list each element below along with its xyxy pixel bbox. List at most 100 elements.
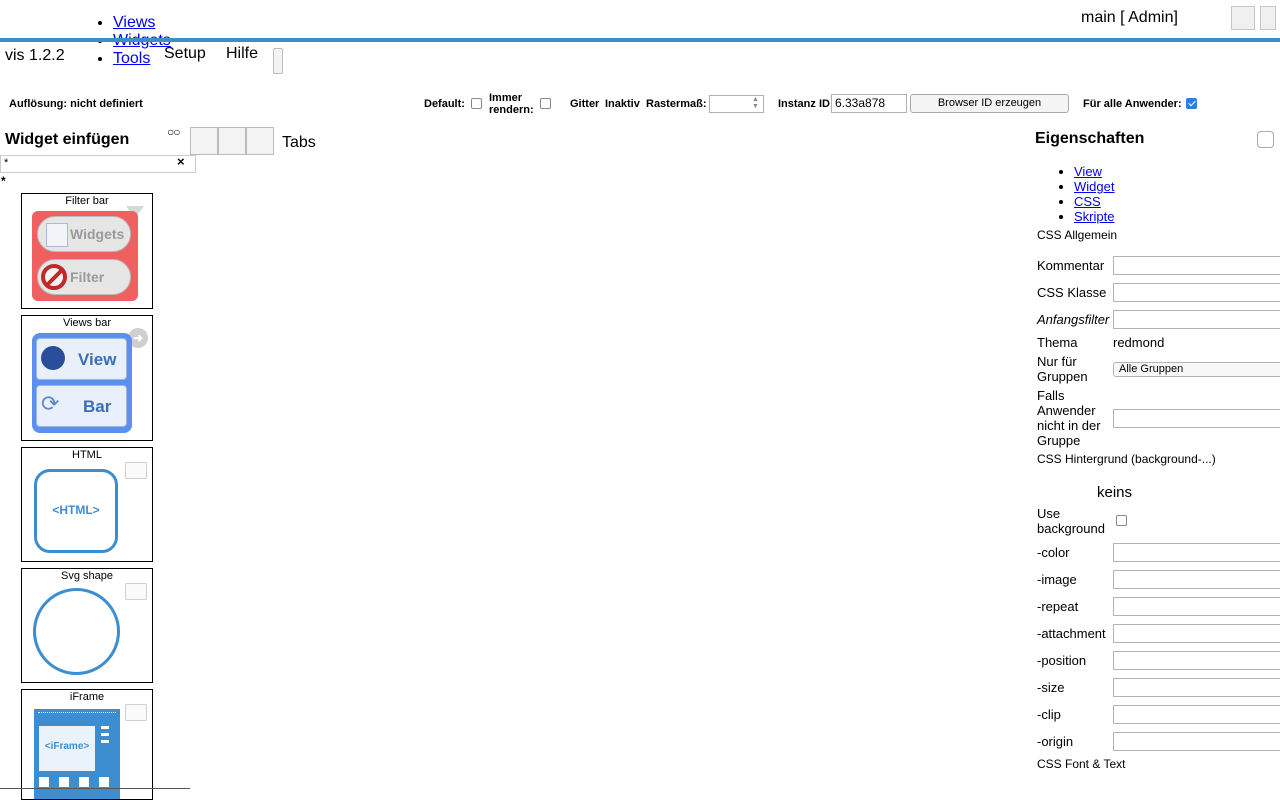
bg-clip-label: -clip: [1037, 707, 1061, 722]
widget-card-title: HTML: [72, 449, 102, 461]
widget-card-title: iFrame: [69, 691, 105, 703]
image-icon: [125, 704, 147, 721]
tab-scripts-link[interactable]: Skripte: [1074, 209, 1114, 224]
user-label: main [ Admin]: [1081, 9, 1178, 26]
instance-label: Instanz ID: [778, 98, 830, 110]
preview-view-label: View: [78, 350, 117, 369]
menu-setup[interactable]: Setup: [164, 45, 206, 63]
version-label: vis 1.2.2: [5, 47, 65, 64]
forbidden-icon: [41, 264, 67, 290]
collapse-icon[interactable]: ○○: [167, 125, 180, 139]
widget-card-svg-shape[interactable]: Svg shape: [21, 568, 153, 683]
palette-button-3[interactable]: [246, 127, 274, 155]
bg-position-label: -position: [1037, 653, 1087, 668]
section-css-background: CSS Hintergrund (background-...): [1037, 452, 1216, 466]
bg-attachment-label: -attachment: [1037, 626, 1106, 641]
initial-filter-input[interactable]: [1113, 310, 1280, 329]
raster-label: Rastermaß:: [646, 98, 707, 110]
bg-size-input[interactable]: [1113, 678, 1280, 697]
widget-card-filter-bar[interactable]: Filter bar Widgets Filter: [21, 193, 153, 309]
tabs-label[interactable]: Tabs: [282, 134, 316, 152]
widget-card-html[interactable]: HTML <HTML>: [21, 447, 153, 562]
tab-css[interactable]: CSS: [1074, 194, 1114, 209]
header-button-1[interactable]: [1231, 6, 1255, 30]
iframe-preview: <iFrame>: [34, 709, 120, 799]
always-render-checkbox[interactable]: [540, 98, 551, 109]
circle-shape-preview: [33, 588, 120, 675]
menu-item-tools[interactable]: Tools: [113, 50, 171, 68]
bg-repeat-input[interactable]: [1113, 597, 1280, 616]
image-icon: [125, 583, 147, 600]
filter-text: *: [1, 174, 6, 188]
tab-scripts[interactable]: Skripte: [1074, 209, 1114, 224]
clear-search-icon[interactable]: ×: [177, 154, 185, 169]
iframe-preview-label: <iFrame>: [44, 741, 90, 752]
css-class-input[interactable]: [1113, 283, 1280, 302]
instance-id-input[interactable]: 6.33a878: [831, 94, 907, 113]
widget-card-title: Views bar: [62, 317, 112, 329]
lock-icon: [41, 346, 65, 370]
browser-id-button[interactable]: Browser ID erzeugen: [910, 94, 1069, 113]
preview-filter-label: Filter: [70, 269, 105, 285]
palette-bottom-border: [0, 788, 190, 789]
menu-help[interactable]: Hilfe: [226, 45, 258, 63]
bg-attachment-input[interactable]: [1113, 624, 1280, 643]
filter-bar-preview: Widgets Filter: [32, 211, 138, 301]
tab-view-link[interactable]: View: [1074, 164, 1102, 179]
widget-card-iframe[interactable]: iFrame <iFrame>: [21, 689, 153, 800]
use-background-label: Use background: [1037, 506, 1105, 536]
preview-bar-label: Bar: [83, 397, 112, 416]
bg-color-label: -color: [1037, 545, 1070, 560]
theme-label: Thema: [1037, 335, 1078, 350]
background-preview: keins: [1097, 484, 1133, 501]
tab-widget-link[interactable]: Widget: [1074, 179, 1114, 194]
comment-label: Kommentar: [1037, 258, 1105, 273]
css-class-label: CSS Klasse: [1037, 285, 1107, 300]
header-button-2[interactable]: [1260, 6, 1276, 30]
initial-filter-label: Anfangsfilter: [1037, 312, 1110, 327]
resolution-label: Auflösung: nicht definiert: [9, 98, 143, 110]
widget-card-views-bar[interactable]: Views bar ➜ View ⟳ Bar: [21, 315, 153, 441]
bg-image-input[interactable]: [1113, 570, 1280, 589]
palette-button-2[interactable]: [218, 127, 246, 155]
bg-clip-input[interactable]: [1113, 705, 1280, 724]
preview-bar-button: ⟳ Bar: [36, 385, 127, 427]
spinner-arrows-icon[interactable]: ▲ ▼: [752, 96, 759, 110]
tab-widget[interactable]: Widget: [1074, 179, 1114, 194]
bg-image-label: -image: [1037, 572, 1077, 587]
bg-position-input[interactable]: [1113, 651, 1280, 670]
preview-filter-button: Filter: [37, 259, 131, 295]
palette-button-1[interactable]: [190, 127, 218, 155]
bg-size-label: -size: [1037, 680, 1065, 695]
preview-view-button: View: [36, 338, 127, 380]
bg-color-input[interactable]: [1113, 543, 1280, 562]
all-users-label: Für alle Anwender:: [1083, 98, 1182, 110]
menu-extra-button[interactable]: [273, 48, 283, 74]
section-css-general: CSS Allgemein: [1037, 228, 1118, 242]
tab-view[interactable]: View: [1074, 164, 1114, 179]
iframe-window: <iFrame>: [39, 726, 95, 771]
html-preview-label: <HTML>: [52, 503, 100, 517]
bg-repeat-label: -repeat: [1037, 599, 1079, 614]
menu-link-views[interactable]: Views: [113, 14, 155, 31]
views-bar-preview: View ⟳ Bar: [32, 333, 132, 433]
grid-value[interactable]: Inaktiv: [605, 98, 640, 110]
all-users-checkbox[interactable]: [1186, 98, 1197, 109]
tab-css-link[interactable]: CSS: [1074, 194, 1101, 209]
widget-card-title: Svg shape: [61, 570, 113, 582]
palette-title: Widget einfügen: [5, 131, 130, 148]
groups-label: Nur für Gruppen: [1037, 354, 1088, 384]
menu-item-views[interactable]: Views: [113, 14, 171, 32]
preview-widgets-button: Widgets: [37, 216, 131, 252]
widget-search-input[interactable]: *: [0, 155, 196, 173]
use-background-checkbox[interactable]: [1116, 515, 1127, 526]
not-in-group-input[interactable]: [1113, 409, 1280, 428]
bg-origin-label: -origin: [1037, 734, 1074, 749]
bg-origin-input[interactable]: [1113, 732, 1280, 751]
section-css-font: CSS Font & Text: [1037, 757, 1126, 771]
groups-select[interactable]: Alle Gruppen: [1113, 362, 1280, 377]
menu-link-tools[interactable]: Tools: [113, 50, 150, 67]
comment-input[interactable]: [1113, 256, 1280, 275]
properties-toggle-checkbox[interactable]: [1257, 131, 1274, 148]
default-checkbox[interactable]: [471, 98, 482, 109]
